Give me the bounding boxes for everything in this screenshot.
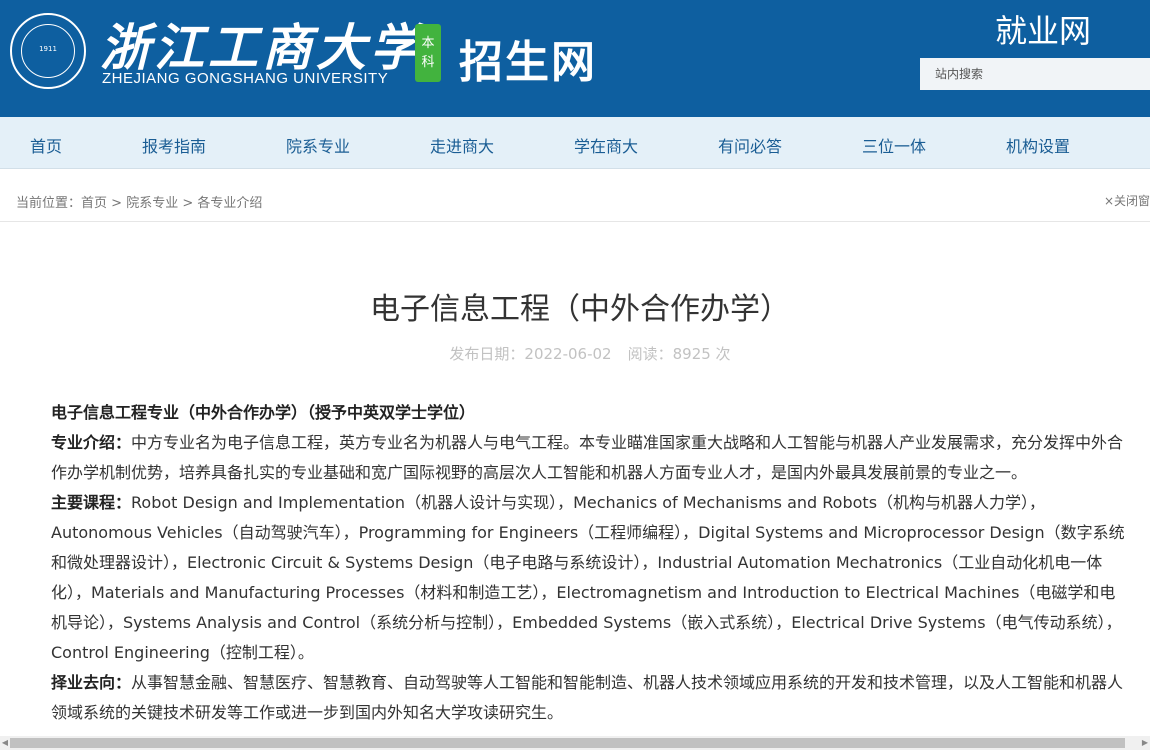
view-count: 阅读：8925 次 <box>627 345 731 363</box>
article-title: 电子信息工程（中外合作办学） <box>370 292 790 327</box>
article-heading: 电子信息工程专业（中外合作办学）（授予中英双学士学位） <box>51 403 476 422</box>
search-input[interactable] <box>920 58 1150 90</box>
breadcrumb-majors[interactable]: 各专业介绍 <box>197 196 262 211</box>
nav-organization[interactable]: 机构设置 <box>1006 133 1070 157</box>
scroll-right-icon[interactable]: ▶ <box>1140 736 1150 750</box>
article-body: 电子信息工程专业（中外合作办学）（授予中英双学士学位） 专业介绍：中方专业名为电… <box>51 398 1129 728</box>
site-name[interactable]: 招生网 <box>459 26 597 90</box>
university-name-en: ZHEJIANG GONGSHANG UNIVERSITY <box>102 70 389 87</box>
breadcrumb-bar: 当前位置：首页 > 院系专业 > 各专业介绍 ×关闭窗 <box>0 179 1150 222</box>
breadcrumb: 当前位置：首页 > 院系专业 > 各专业介绍 <box>16 196 263 211</box>
courses-paragraph: 主要课程：Robot Design and Implementation（机器人… <box>51 493 1125 662</box>
nav-faq[interactable]: 有问必答 <box>718 133 782 157</box>
nav-apply-guide[interactable]: 报考指南 <box>142 133 206 157</box>
scrollbar-thumb[interactable] <box>10 738 1125 748</box>
main-nav: 首页 报考指南 院系专业 走进商大 学在商大 有问必答 三位一体 机构设置 <box>0 117 1150 169</box>
breadcrumb-home[interactable]: 首页 <box>81 196 107 211</box>
jobs-site-link[interactable]: 就业网 <box>995 6 1091 52</box>
nav-study[interactable]: 学在商大 <box>574 133 638 157</box>
scroll-left-icon[interactable]: ◀ <box>0 736 10 750</box>
nav-three-in-one[interactable]: 三位一体 <box>862 133 926 157</box>
publish-date: 发布日期：2022-06-02 <box>449 345 612 363</box>
nav-departments[interactable]: 院系专业 <box>286 133 350 157</box>
career-paragraph: 择业去向：从事智慧金融、智慧医疗、智慧教育、自动驾驶等人工智能和智能制造、机器人… <box>51 673 1124 722</box>
close-window-button[interactable]: ×关闭窗 <box>1104 192 1150 209</box>
nav-about[interactable]: 走进商大 <box>430 133 494 157</box>
article-meta: 发布日期：2022-06-02 阅读：8925 次 <box>0 343 1150 364</box>
seal-year: 1911 <box>39 45 57 53</box>
site-header: 1911 浙江工商大学 ZHEJIANG GONGSHANG UNIVERSIT… <box>0 0 1150 117</box>
university-seal-icon[interactable]: 1911 <box>10 13 86 89</box>
intro-paragraph: 专业介绍：中方专业名为电子信息工程，英方专业名为机器人与电气工程。本专业瞄准国家… <box>51 433 1124 482</box>
breadcrumb-departments[interactable]: 院系专业 <box>126 196 178 211</box>
nav-home[interactable]: 首页 <box>30 133 62 157</box>
undergraduate-badge: 本 科 <box>415 24 441 82</box>
horizontal-scrollbar[interactable]: ◀ ▶ <box>0 736 1150 750</box>
